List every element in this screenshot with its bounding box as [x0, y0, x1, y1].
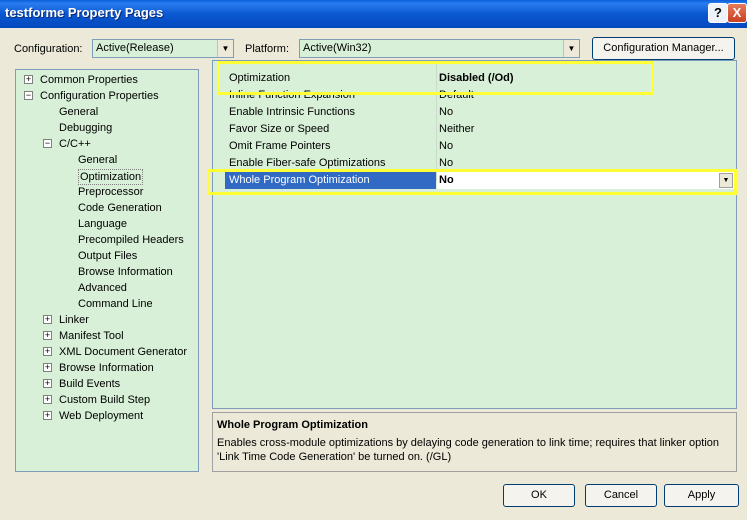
tree-node-label: Configuration Properties: [40, 90, 159, 102]
property-name: Enable Fiber-safe Optimizations: [229, 157, 386, 169]
apply-label: Apply: [687, 489, 716, 501]
property-value: No: [439, 140, 454, 152]
tree-node-label: XML Document Generator: [59, 346, 187, 358]
tree-node-label: General: [78, 154, 118, 166]
tree-node-label: Debugging: [59, 122, 113, 134]
tree-node-label: Output Files: [78, 250, 138, 262]
expand-icon[interactable]: +: [43, 315, 52, 324]
expand-icon[interactable]: +: [24, 75, 33, 84]
configuration-dropdown[interactable]: Active(Release) ▼: [92, 39, 234, 58]
tree-node-label: Language: [78, 218, 127, 230]
window-title: testforme Property Pages: [5, 5, 164, 20]
configuration-value: Active(Release): [96, 42, 174, 54]
property-pages-dialog: testforme Property Pages ? X Configurati…: [0, 0, 747, 520]
expand-icon[interactable]: +: [43, 347, 52, 356]
tree-node-label: Web Deployment: [59, 410, 144, 422]
tree-node-label: Custom Build Step: [59, 394, 151, 406]
help-button[interactable]: ?: [708, 3, 728, 23]
apply-button[interactable]: Apply: [664, 484, 739, 507]
tree-node-label: Command Line: [78, 298, 153, 310]
configuration-manager-label: Configuration Manager...: [603, 42, 724, 54]
tree-node-label: Common Properties: [40, 74, 138, 86]
property-value: Neither: [439, 123, 475, 135]
property-name: Enable Intrinsic Functions: [229, 106, 355, 118]
ok-label: OK: [531, 489, 547, 501]
settings-tree[interactable]: + Common Properties − Configuration Propert…: [15, 69, 199, 472]
description-panel: Whole Program Optimization Enables cross…: [212, 412, 737, 472]
cancel-button[interactable]: Cancel: [585, 484, 657, 507]
tree-node-label: Advanced: [78, 282, 127, 294]
highlight-box-optimization: [217, 61, 654, 95]
cancel-label: Cancel: [603, 489, 639, 501]
property-row[interactable]: Enable Intrinsic Functions No: [213, 104, 736, 121]
property-row[interactable]: Omit Frame Pointers No: [213, 138, 736, 155]
ok-button[interactable]: OK: [503, 484, 575, 507]
platform-dropdown[interactable]: Active(Win32) ▼: [299, 39, 580, 58]
tree-node-label: General: [59, 106, 99, 118]
tree-node-label: Browse Information: [78, 266, 173, 278]
tree-node-label: Code Generation: [78, 202, 162, 214]
highlight-box-whole-program: [207, 169, 737, 195]
tree-node-label: Build Events: [59, 378, 121, 390]
property-name: Omit Frame Pointers: [229, 140, 331, 152]
description-title: Whole Program Optimization: [217, 419, 368, 431]
chevron-down-icon[interactable]: ▼: [217, 40, 233, 57]
expand-icon[interactable]: +: [43, 363, 52, 372]
property-name: Favor Size or Speed: [229, 123, 330, 135]
tree-node-label: Browse Information: [59, 362, 154, 374]
tree-node-label: Precompiled Headers: [78, 234, 184, 246]
property-value: No: [439, 106, 454, 118]
tree-node-label: Preprocessor: [78, 186, 144, 198]
property-value: No: [439, 157, 454, 169]
collapse-icon[interactable]: −: [43, 139, 52, 148]
expand-icon[interactable]: +: [43, 395, 52, 404]
title-bar[interactable]: testforme Property Pages ? X: [0, 0, 747, 28]
configuration-manager-button[interactable]: Configuration Manager...: [592, 37, 735, 60]
close-button[interactable]: X: [727, 3, 747, 23]
property-grid[interactable]: Optimization Disabled (/Od) Inline Functio…: [212, 60, 737, 409]
expand-icon[interactable]: +: [43, 411, 52, 420]
expand-icon[interactable]: +: [43, 379, 52, 388]
platform-label: Platform:: [245, 43, 290, 55]
tree-node-label: Optimization: [78, 169, 144, 185]
expand-icon[interactable]: +: [43, 331, 52, 340]
configuration-label: Configuration:: [14, 43, 83, 55]
tree-node-label: Manifest Tool: [59, 330, 124, 342]
platform-value: Active(Win32): [303, 42, 372, 54]
tree-node-label: C/C++: [59, 138, 91, 150]
chevron-down-icon[interactable]: ▼: [563, 40, 579, 57]
collapse-icon[interactable]: −: [24, 91, 33, 100]
property-row[interactable]: Favor Size or Speed Neither: [213, 121, 736, 138]
description-text: Enables cross-module optimizations by de…: [217, 437, 719, 463]
tree-node-label: Linker: [59, 314, 89, 326]
